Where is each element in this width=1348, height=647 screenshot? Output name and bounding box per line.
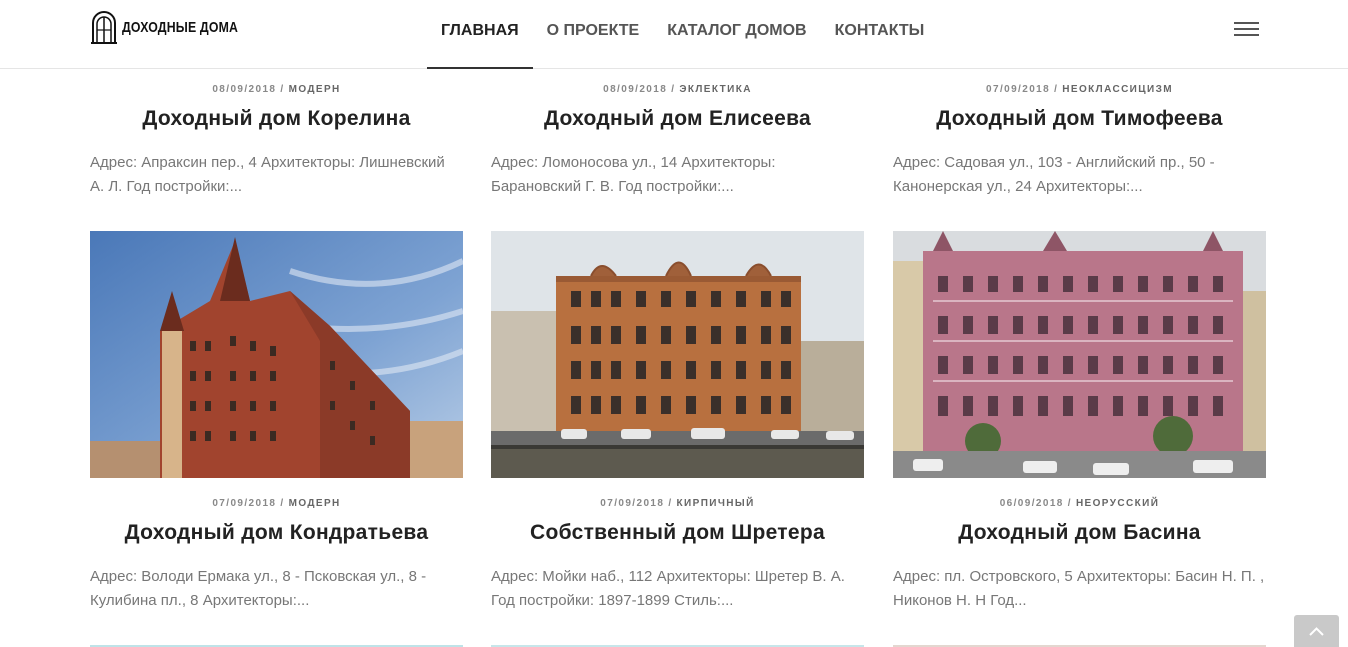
post-card: 08/09/2018/МОДЕРН Доходный дом Корелина …	[90, 83, 463, 199]
post-excerpt: Адрес: Володи Ермака ул., 8 - Псковская …	[90, 568, 427, 609]
post-meta: 07/09/2018/МОДЕРН	[212, 498, 341, 509]
post-date: 07/09/2018	[600, 498, 665, 509]
post-date: 06/09/2018	[999, 498, 1064, 509]
arch-window-icon	[91, 11, 117, 44]
post-excerpt: Адрес: пл. Островского, 5 Архитекторы: Б…	[893, 568, 1265, 609]
post-image-basin-house[interactable]	[893, 231, 1266, 478]
post-date: 08/09/2018	[603, 84, 668, 95]
post-title[interactable]: Доходный дом Тимофеева	[893, 107, 1266, 131]
post-excerpt: Адрес: Ломоносова ул., 14 Архитекторы: Б…	[491, 154, 776, 195]
scroll-top-button[interactable]	[1294, 615, 1339, 647]
post-title[interactable]: Доходный дом Басина	[893, 521, 1266, 545]
post-category[interactable]: НЕОКЛАССИЦИЗМ	[1062, 84, 1173, 95]
post-meta: 07/09/2018/НЕОКЛАССИЦИЗМ	[986, 84, 1173, 95]
post-image-shreter-house[interactable]	[491, 231, 864, 478]
site-header: ДОХОДНЫЕ ДОМА ГЛАВНАЯ О ПРОЕКТЕ КАТАЛОГ …	[0, 0, 1348, 69]
post-meta: 08/09/2018/МОДЕРН	[212, 84, 341, 95]
post-image-kondratiev-house[interactable]	[90, 231, 463, 478]
post-excerpt: Адрес: Апраксин пер., 4 Архитекторы: Лиш…	[90, 154, 445, 195]
post-category[interactable]: НЕОРУССКИЙ	[1076, 498, 1159, 509]
post-title[interactable]: Доходный дом Кондратьева	[90, 521, 463, 545]
post-meta: 07/09/2018/КИРПИЧНЫЙ	[600, 498, 755, 509]
main-nav: ГЛАВНАЯ О ПРОЕКТЕ КАТАЛОГ ДОМОВ КОНТАКТЫ	[427, 0, 938, 69]
post-title[interactable]: Собственный дом Шретера	[491, 521, 864, 545]
post-card: 07/09/2018/КИРПИЧНЫЙ Собственный дом Шре…	[491, 497, 864, 613]
post-date: 07/09/2018	[986, 84, 1051, 95]
logo-text: ДОХОДНЫЕ ДОМА	[122, 18, 239, 36]
post-meta: 06/09/2018/НЕОРУССКИЙ	[999, 498, 1160, 509]
post-excerpt: Адрес: Садовая ул., 103 - Английский пр.…	[893, 154, 1215, 195]
post-card: 07/09/2018/НЕОКЛАССИЦИЗМ Доходный дом Ти…	[893, 83, 1266, 199]
post-title[interactable]: Доходный дом Корелина	[90, 107, 463, 131]
post-card: 06/09/2018/НЕОРУССКИЙ Доходный дом Басин…	[893, 497, 1266, 613]
hamburger-icon[interactable]	[1234, 22, 1259, 38]
post-title[interactable]: Доходный дом Елисеева	[491, 107, 864, 131]
post-card: 07/09/2018/МОДЕРН Доходный дом Кондратье…	[90, 497, 463, 613]
nav-item-about[interactable]: О ПРОЕКТЕ	[533, 0, 654, 69]
post-meta: 08/09/2018/ЭКЛЕКТИКА	[603, 84, 752, 95]
post-date: 08/09/2018	[212, 84, 277, 95]
post-card: 08/09/2018/ЭКЛЕКТИКА Доходный дом Елисее…	[491, 83, 864, 199]
post-category[interactable]: ЭКЛЕКТИКА	[679, 84, 751, 95]
nav-item-catalog[interactable]: КАТАЛОГ ДОМОВ	[653, 0, 820, 69]
post-category[interactable]: МОДЕРН	[289, 84, 341, 95]
nav-item-contacts[interactable]: КОНТАКТЫ	[821, 0, 939, 69]
nav-item-home[interactable]: ГЛАВНАЯ	[427, 0, 533, 69]
post-excerpt: Адрес: Мойки наб., 112 Архитекторы: Шрет…	[491, 568, 845, 609]
post-category[interactable]: МОДЕРН	[289, 498, 341, 509]
post-date: 07/09/2018	[212, 498, 277, 509]
chevron-up-icon	[1309, 627, 1324, 636]
post-category[interactable]: КИРПИЧНЫЙ	[677, 498, 755, 509]
site-logo[interactable]: ДОХОДНЫЕ ДОМА	[90, 10, 264, 44]
